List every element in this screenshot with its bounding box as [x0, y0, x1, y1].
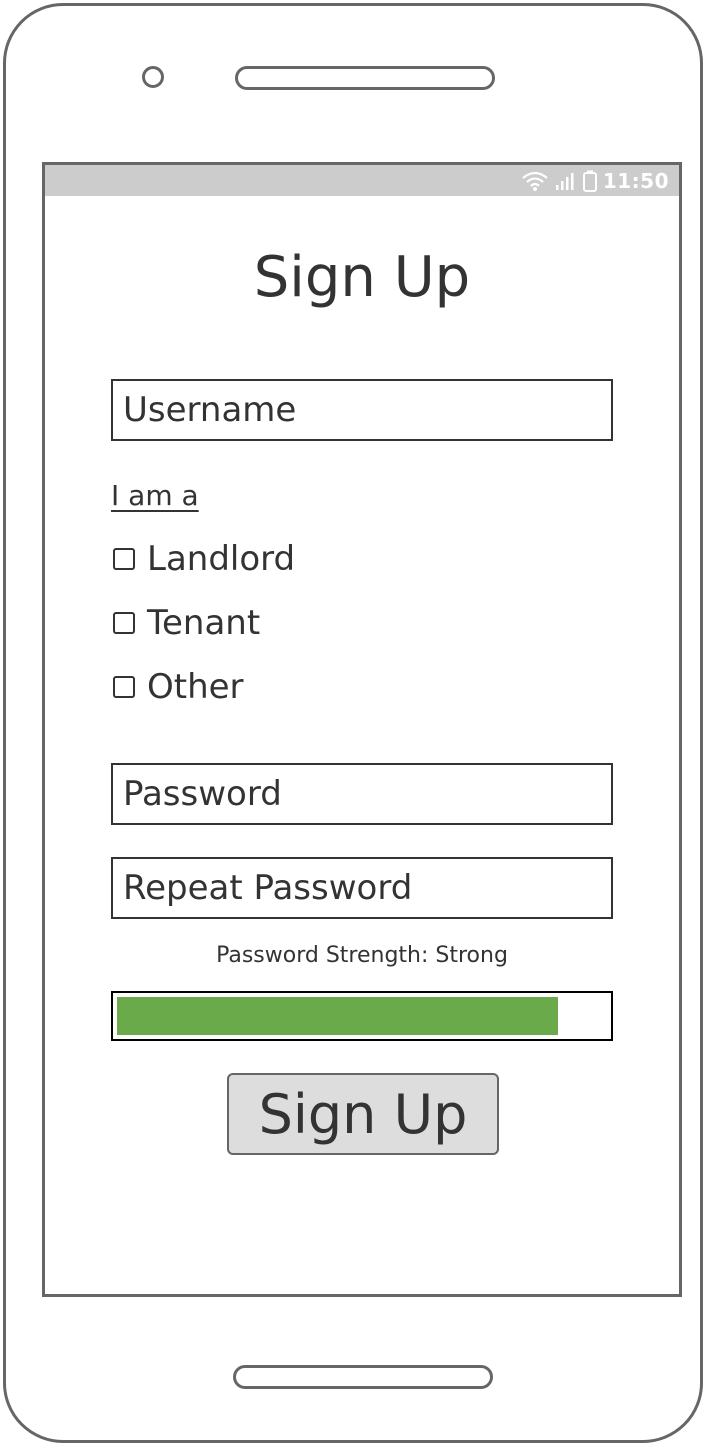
camera-icon	[142, 66, 164, 88]
landlord-checkbox[interactable]	[113, 548, 135, 570]
role-option-tenant[interactable]: Tenant	[113, 603, 260, 643]
status-bar: 11:50	[45, 165, 679, 196]
landlord-label: Landlord	[147, 539, 296, 579]
repeat-password-input[interactable]	[123, 868, 611, 908]
other-checkbox[interactable]	[113, 676, 135, 698]
password-strength-label: Password Strength: Strong	[216, 943, 508, 968]
role-label: I am a	[111, 479, 199, 512]
tenant-checkbox[interactable]	[113, 612, 135, 634]
speaker-slot	[235, 66, 495, 90]
role-option-other[interactable]: Other	[113, 667, 244, 707]
repeat-password-field-box[interactable]	[111, 857, 613, 919]
other-label: Other	[147, 667, 244, 707]
sign-up-button[interactable]: Sign Up	[227, 1073, 499, 1155]
phone-frame: 11:50 Sign Up I am a Landlord Tenant Oth…	[3, 3, 703, 1443]
wifi-icon	[522, 171, 548, 191]
status-time: 11:50	[602, 169, 669, 193]
phone-screen: 11:50 Sign Up I am a Landlord Tenant Oth…	[42, 162, 682, 1297]
password-input[interactable]	[123, 774, 611, 814]
username-input[interactable]	[123, 390, 611, 430]
page-title: Sign Up	[253, 245, 471, 310]
username-field-box[interactable]	[111, 379, 613, 441]
role-option-landlord[interactable]: Landlord	[113, 539, 295, 579]
password-strength-bar	[111, 991, 613, 1041]
password-strength-fill	[117, 997, 558, 1035]
battery-icon	[582, 170, 597, 192]
password-field-box[interactable]	[111, 763, 613, 825]
signal-icon	[555, 173, 574, 190]
tenant-label: Tenant	[147, 603, 261, 643]
status-icons: 11:50	[521, 169, 669, 193]
home-button[interactable]	[233, 1365, 493, 1389]
